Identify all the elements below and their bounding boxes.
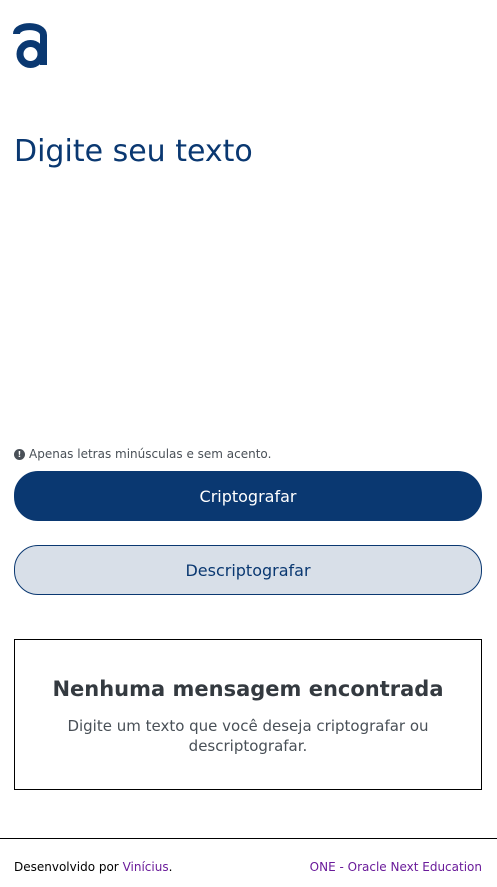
output-panel: Nenhuma mensagem encontrada Digite um te…: [14, 639, 482, 790]
program-link[interactable]: ONE - Oracle Next Education: [310, 860, 482, 874]
footer-credit-prefix: Desenvolvido por: [14, 860, 123, 874]
input-hint: ! Apenas letras minúsculas e sem acento.: [14, 446, 271, 462]
author-link[interactable]: Vinícius: [123, 860, 169, 874]
exclamation-circle-icon: !: [14, 448, 25, 460]
alura-logo-icon[interactable]: [13, 21, 47, 71]
output-description: Digite um texto que você deseja criptogr…: [67, 717, 429, 755]
output-title: Nenhuma mensagem encontrada: [52, 677, 444, 701]
encrypt-button[interactable]: Criptografar: [14, 471, 482, 521]
footer-credit: Desenvolvido por Vinícius.: [14, 860, 172, 874]
footer-credit-suffix: .: [168, 860, 173, 874]
decrypt-button[interactable]: Descriptografar: [14, 545, 482, 595]
input-hint-text: Apenas letras minúsculas e sem acento.: [29, 447, 272, 461]
message-input[interactable]: [14, 130, 482, 430]
footer-divider: [0, 838, 497, 839]
